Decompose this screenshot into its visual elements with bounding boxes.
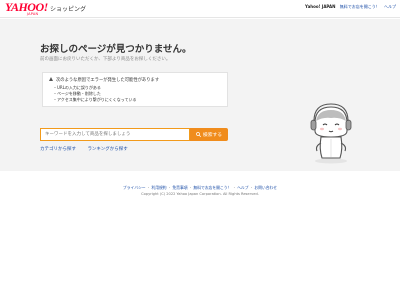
header-links: Yahoo! JAPAN 無料でお店を開こう！ ヘルプ — [302, 4, 396, 10]
search-icon — [196, 132, 201, 137]
search-button-label: 検索する — [202, 133, 223, 138]
site-header: YAHOO! JAPAN ショッピング Yahoo! JAPAN 無料でお店を開… — [0, 0, 400, 18]
notice-heading: 次のような原因でエラーが発生した可能性があります — [49, 76, 160, 83]
footer-link-terms[interactable]: 利用規約 — [151, 185, 166, 190]
copyright: Copyright (C) 2022 Yahoo Japan Corporati… — [141, 192, 259, 196]
browse-links: カテゴリから探す ランキングから探す — [40, 146, 138, 152]
page-subtitle: 前の画面にお戻りいただくか、下部より商品をお探しください。 — [40, 57, 171, 62]
list-item: アクセス集中により繋がりにくくなっている — [53, 97, 136, 103]
footer-link-open-store[interactable]: 無料でお店を開こう！ — [193, 185, 231, 190]
header-link-help[interactable]: ヘルプ — [384, 4, 396, 9]
header-link-yahoo-japan[interactable]: Yahoo! JAPAN — [305, 4, 335, 9]
warning-icon — [49, 76, 53, 81]
notice-heading-text: 次のような原因でエラーが発生した可能性があります — [56, 78, 160, 83]
logo-text: YAHOO! — [5, 0, 48, 14]
error-content: お探しのページが見つかりません。 前の画面にお戻りいただくか、下部より商品をお探… — [40, 19, 350, 171]
footer-link-help[interactable]: ヘルプ — [237, 185, 248, 190]
footer-link-privacy[interactable]: プライバシー — [123, 185, 146, 190]
error-notice-box: 次のような原因でエラーが発生した可能性があります URLの入力に誤りがある ペー… — [42, 72, 228, 107]
category-link[interactable]: カテゴリから探す — [40, 147, 76, 152]
main-panel: お探しのページが見つかりません。 前の画面にお戻りいただくか、下部より商品をお探… — [0, 19, 400, 171]
header-link-open-store[interactable]: 無料でお店を開こう！ — [340, 4, 380, 9]
search-button[interactable]: 検索する — [190, 128, 228, 141]
logo-subtext: JAPAN — [27, 12, 39, 16]
search-bar: 検索する — [40, 128, 228, 141]
service-name[interactable]: ショッピング — [50, 4, 86, 13]
mascot-illustration — [310, 103, 352, 164]
search-input[interactable] — [40, 128, 190, 141]
footer-link-disclaimer[interactable]: 免責事項 — [172, 185, 187, 190]
yahoo-logo[interactable]: YAHOO! JAPAN — [5, 0, 48, 16]
page-title: お探しのページが見つかりません。 — [40, 44, 192, 55]
ranking-link[interactable]: ランキングから探す — [87, 147, 127, 152]
footer-link-contact[interactable]: お問い合わせ — [254, 185, 277, 190]
notice-list: URLの入力に誤りがある ページを移動・削除した アクセス集中により繋がりにくく… — [53, 85, 136, 102]
footer-links: プライバシー・利用規約・免責事項・無料でお店を開こう！・ヘルプ・お問い合わせ — [122, 185, 278, 190]
